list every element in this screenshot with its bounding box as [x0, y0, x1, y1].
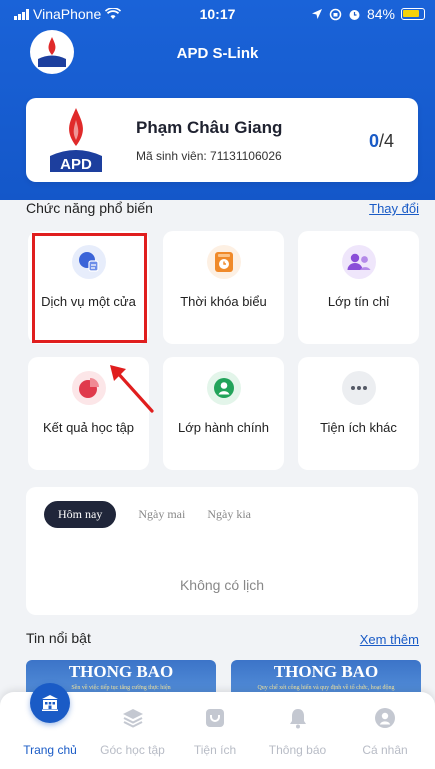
news-heading: THONG BAO: [68, 662, 174, 681]
nav-profile[interactable]: Cá nhân: [345, 692, 425, 769]
utilities-icon: [203, 706, 227, 735]
annotation-arrow-icon: [110, 365, 154, 413]
news-subtitle: Quy chế xét công hiến và quy định về tổ …: [257, 685, 395, 691]
student-name: Phạm Châu Giang: [136, 118, 283, 137]
tab-day-after[interactable]: Ngày kia: [207, 501, 251, 528]
tile-label: Kết quả học tập: [42, 420, 135, 435]
layers-icon: [121, 706, 145, 735]
tile-label: Lớp hành chính: [178, 420, 269, 435]
profile-card[interactable]: APD Phạm Châu Giang Mã sinh viên: 711311…: [26, 98, 418, 182]
location-icon: [311, 9, 322, 19]
nav-study-corner[interactable]: Góc học tập: [90, 692, 175, 769]
logo-text: APD: [60, 156, 92, 173]
apd-logo-large-icon: APD: [50, 108, 102, 173]
admin-class-icon: [207, 371, 241, 405]
app-title: APD S-Link: [176, 45, 259, 62]
orientation-lock-icon: [329, 8, 342, 20]
nav-label: Trang chủ: [23, 743, 77, 757]
nav-label: Cá nhân: [362, 743, 408, 757]
timetable-icon: [207, 245, 241, 279]
news-more-link[interactable]: Xem thêm: [360, 632, 419, 647]
news-heading: THONG BAO: [273, 662, 379, 681]
battery-percent: 84%: [366, 6, 395, 22]
tab-tomorrow[interactable]: Ngày mai: [138, 501, 185, 528]
features-title: Chức năng phổ biến: [26, 200, 153, 216]
more-utilities-icon: [342, 371, 376, 405]
tile-label: Thời khóa biểu: [180, 294, 267, 309]
tile-credit-class[interactable]: Lớp tín chỉ: [298, 231, 419, 344]
battery-icon: [401, 8, 425, 20]
schedule-tabs: Hôm nay Ngày mai Ngày kia: [44, 501, 251, 528]
bell-icon: [286, 706, 310, 735]
progress-count[interactable]: 0/4: [369, 131, 394, 152]
tile-label: Lớp tín chỉ: [327, 294, 390, 309]
user-icon: [373, 706, 397, 735]
tab-today[interactable]: Hôm nay: [44, 501, 117, 528]
highlight-box: [32, 233, 147, 343]
nav-notifications[interactable]: Thông báo: [255, 692, 340, 769]
student-id: Mã sinh viên: 71131106026: [136, 149, 282, 163]
tile-admin-class[interactable]: Lớp hành chính: [163, 357, 284, 470]
status-right: 84%: [311, 6, 425, 22]
progress-current: 0: [368, 131, 379, 151]
tile-timetable[interactable]: Thời khóa biểu: [163, 231, 284, 344]
status-bar: VinaPhone 10:17 84%: [0, 0, 435, 26]
nav-label: Thông báo: [268, 743, 327, 757]
nav-label: Góc học tập: [100, 743, 165, 757]
progress-total: /4: [378, 131, 394, 151]
profile-logo: APD: [46, 106, 106, 179]
change-features-link[interactable]: Thay đổi: [369, 201, 419, 216]
news-title: Tin nổi bật: [26, 630, 91, 646]
nav-utilities[interactable]: Tiện ích: [175, 692, 255, 769]
tile-more-utilities[interactable]: Tiện ích khác: [298, 357, 419, 470]
home-icon[interactable]: [30, 683, 70, 723]
schedule-card: Hôm nay Ngày mai Ngày kia Không có lịch: [26, 487, 418, 615]
schedule-empty-text: Không có lịch: [179, 577, 265, 593]
nav-label: Tiện ích: [193, 743, 237, 757]
tile-label: Tiện ích khác: [320, 420, 397, 435]
alarm-icon: [349, 9, 360, 20]
credit-class-icon: [342, 245, 376, 279]
